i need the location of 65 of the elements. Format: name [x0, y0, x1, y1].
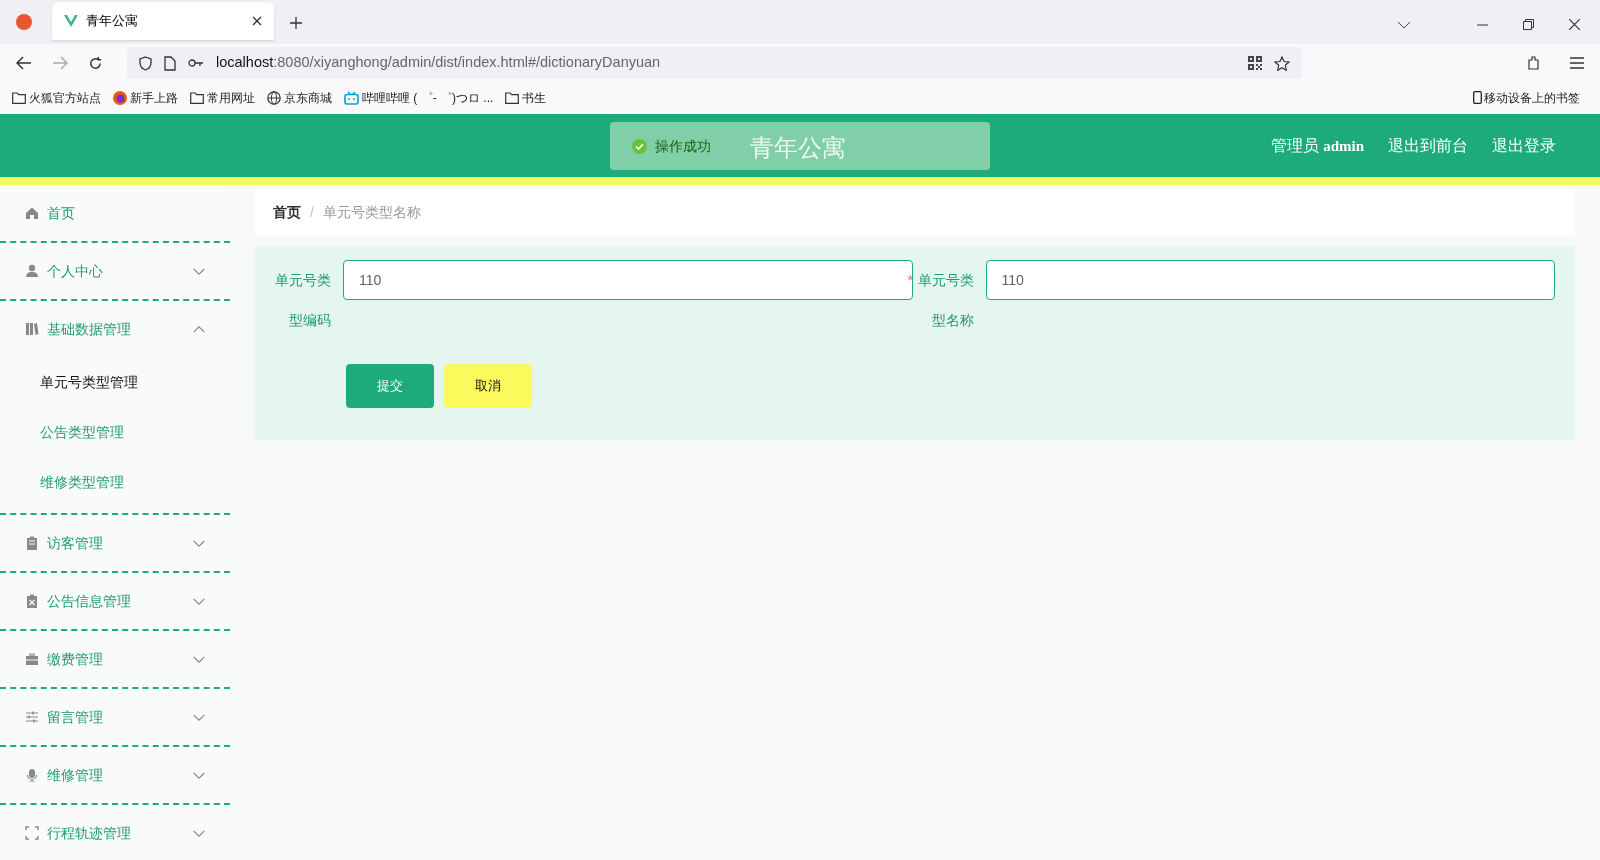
address-bar[interactable]: localhost:8080/xiyanghong/admin/dist/index.html#/dictionaryDanyuan	[127, 47, 1302, 79]
books-icon	[25, 322, 39, 336]
url-text: localhost:8080/xiyanghong/admin/dist/index.html#/dictionaryDanyuan	[216, 53, 661, 73]
submenu-item[interactable]: 公告类型管理	[0, 407, 230, 457]
breadcrumb-separator: /	[310, 203, 314, 222]
menu-item[interactable]: 公告信息管理	[0, 573, 230, 629]
breadcrumb-item: 单元号类型名称	[322, 203, 421, 222]
sliders-icon	[25, 710, 39, 724]
user-icon	[25, 264, 39, 278]
success-icon	[632, 138, 647, 154]
key-icon	[188, 58, 204, 68]
site-title: 青年公寓	[750, 134, 846, 163]
briefcase-icon	[25, 652, 39, 666]
back-icon[interactable]	[16, 56, 32, 70]
restore-icon[interactable]	[1523, 19, 1534, 30]
bookmark-item[interactable]: 新手上路	[113, 88, 178, 107]
menu-item[interactable]: 维修管理	[0, 747, 230, 803]
breadcrumb-item[interactable]: 首页	[273, 202, 301, 223]
browser-tab[interactable]: 青年公寓	[52, 2, 274, 40]
menu-item[interactable]: 基础数据管理	[0, 301, 230, 357]
menu-icon[interactable]	[1570, 57, 1584, 69]
field-label: 单元号类型编码	[275, 271, 331, 330]
folder-icon	[12, 91, 26, 104]
bookmark-item[interactable]: 火狐官方站点	[12, 88, 101, 107]
star-icon[interactable]	[1274, 55, 1290, 71]
reload-icon[interactable]	[88, 55, 103, 71]
home-icon	[25, 206, 39, 220]
close-icon[interactable]	[1569, 19, 1580, 30]
submenu-item[interactable]: 维修类型管理	[0, 457, 230, 507]
firefox-icon	[113, 90, 127, 105]
chevron-down-icon[interactable]	[1397, 21, 1411, 29]
shield-icon	[139, 55, 152, 71]
new-tab-icon[interactable]	[290, 17, 302, 29]
bookmark-item[interactable]: 常用网址	[190, 88, 255, 107]
globe-icon	[267, 90, 281, 105]
phone-icon	[1473, 91, 1482, 104]
bookmark-item[interactable]: 书生	[505, 88, 547, 107]
vue-logo-icon	[64, 15, 78, 27]
menu-item[interactable]: 个人中心	[0, 243, 230, 299]
cancel-button[interactable]: 取消	[444, 364, 532, 408]
bookmark-item[interactable]: 移动设备上的书签	[1473, 88, 1580, 107]
menu-item[interactable]: 留言管理	[0, 689, 230, 745]
menu-item[interactable]: 首页	[0, 185, 230, 241]
frame-icon	[25, 826, 39, 840]
required-mark: *	[907, 271, 913, 290]
menu-item[interactable]: 缴费管理	[0, 631, 230, 687]
clipboard-icon	[25, 536, 39, 550]
submenu-item[interactable]: 单元号类型管理	[0, 357, 230, 407]
close-icon[interactable]	[252, 16, 262, 26]
browser-logo-icon[interactable]	[16, 14, 32, 30]
tab-title: 青年公寓	[86, 12, 139, 31]
folder-icon	[190, 91, 204, 104]
folder-icon	[505, 91, 520, 104]
menu-item[interactable]: 行程轨迹管理	[0, 805, 230, 860]
clipboard-icon	[25, 594, 39, 608]
user-label: 管理员 admin	[1270, 135, 1364, 156]
bookmark-item[interactable]: 哔哩哔哩 ( ゜- ゜)つロ ...	[344, 88, 494, 107]
extension-icon[interactable]	[1526, 55, 1542, 71]
tv-icon	[344, 90, 359, 105]
bookmark-item[interactable]: 京东商城	[267, 88, 332, 107]
qr-code-icon[interactable]	[1248, 56, 1262, 70]
text-field[interactable]: 110	[985, 260, 1555, 300]
microphone-icon	[25, 768, 39, 782]
menu-item[interactable]: 访客管理	[0, 515, 230, 571]
page-icon	[164, 55, 176, 71]
